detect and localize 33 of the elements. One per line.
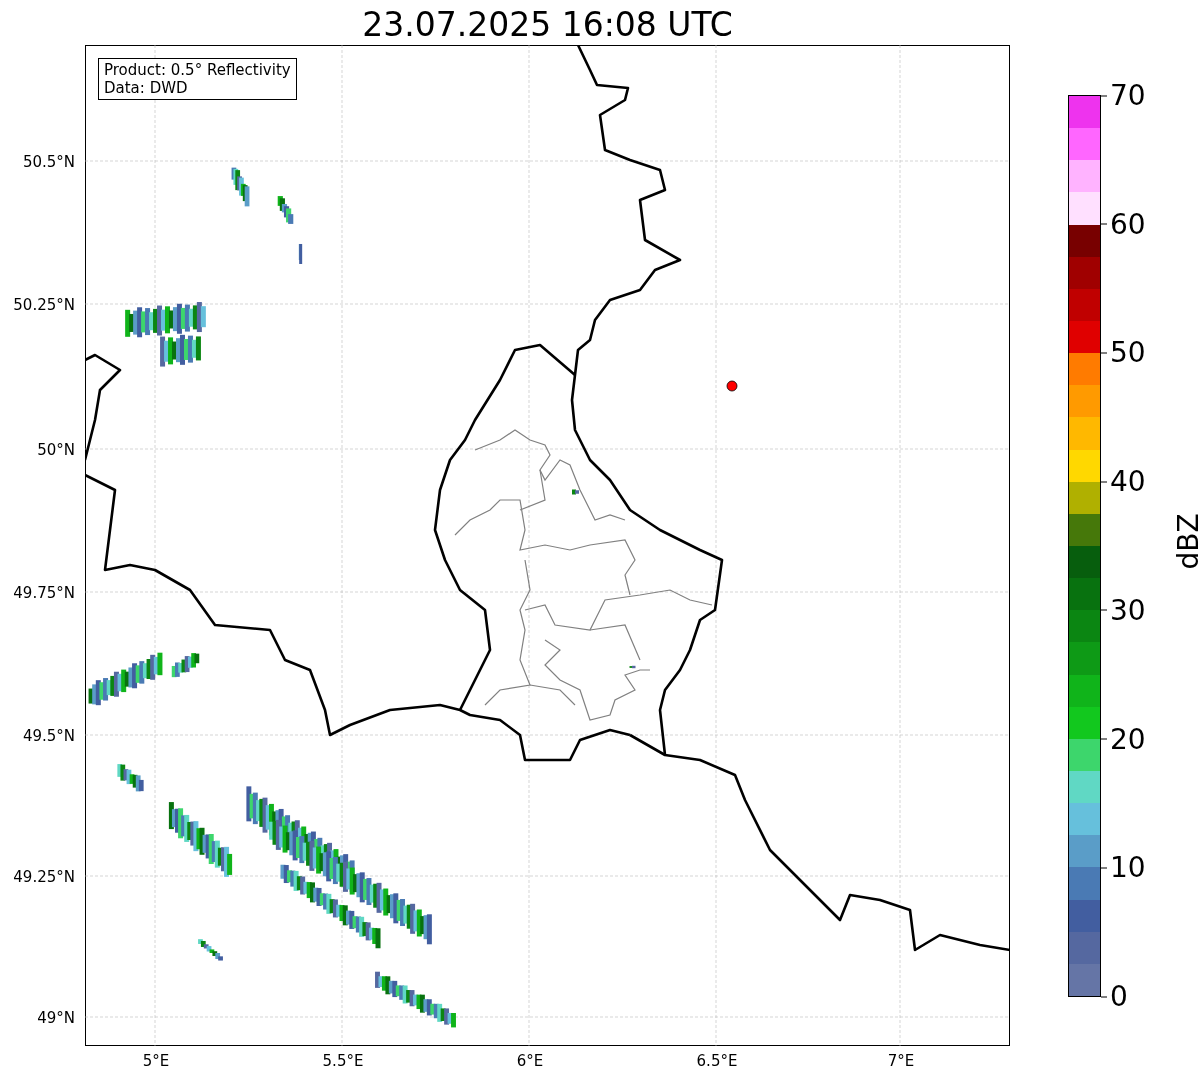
radar-echo	[572, 489, 579, 495]
axis-tick-label: 5.5°E	[322, 1052, 364, 1070]
axis-tick-label: 7°E	[887, 1052, 915, 1070]
radar-echo	[231, 167, 250, 207]
radar-echo	[171, 653, 200, 678]
axis-tick-label: 6.5°E	[696, 1052, 738, 1070]
info-text: Product: 0.5° Reflectivity	[104, 61, 291, 79]
colorbar-tick-label: 20	[1101, 722, 1146, 756]
colorbar-tick-label: 40	[1101, 464, 1146, 498]
chart-title: 23.07.2025 16:08 UTC	[361, 4, 734, 45]
axis-tick-label: 49°N	[37, 1009, 75, 1027]
info-text: Data: DWD	[104, 79, 189, 97]
colorbar-tick-label: 10	[1101, 850, 1146, 884]
radar-echo	[198, 939, 223, 961]
axis-tick-label: 5°E	[142, 1052, 170, 1070]
colorbar-tick-label: 70	[1101, 78, 1146, 112]
radar-echo	[629, 665, 636, 669]
axis-tick-label: 50°N	[37, 441, 75, 459]
axis-tick-label: 50.5°N	[22, 153, 75, 171]
colorbar-tick-label: 0	[1101, 979, 1128, 1013]
colorbar-tick-label: 60	[1101, 207, 1146, 241]
colorbar-tick-label: 30	[1101, 593, 1146, 627]
location-marker	[726, 380, 738, 392]
axis-tick-label: 49.75°N	[13, 584, 75, 602]
colorbar-tick-label: 50	[1101, 335, 1146, 369]
axis-tick-label: 6°E	[516, 1052, 544, 1070]
radar-echo	[117, 764, 144, 792]
axis-tick-label: 49.5°N	[22, 727, 75, 745]
radar-echo	[277, 196, 294, 224]
axis-tick-label: 49.25°N	[13, 868, 75, 886]
colorbar-label: dBZ	[1171, 513, 1202, 570]
radar-echo	[298, 244, 303, 264]
axis-tick-label: 50.25°N	[13, 296, 75, 314]
